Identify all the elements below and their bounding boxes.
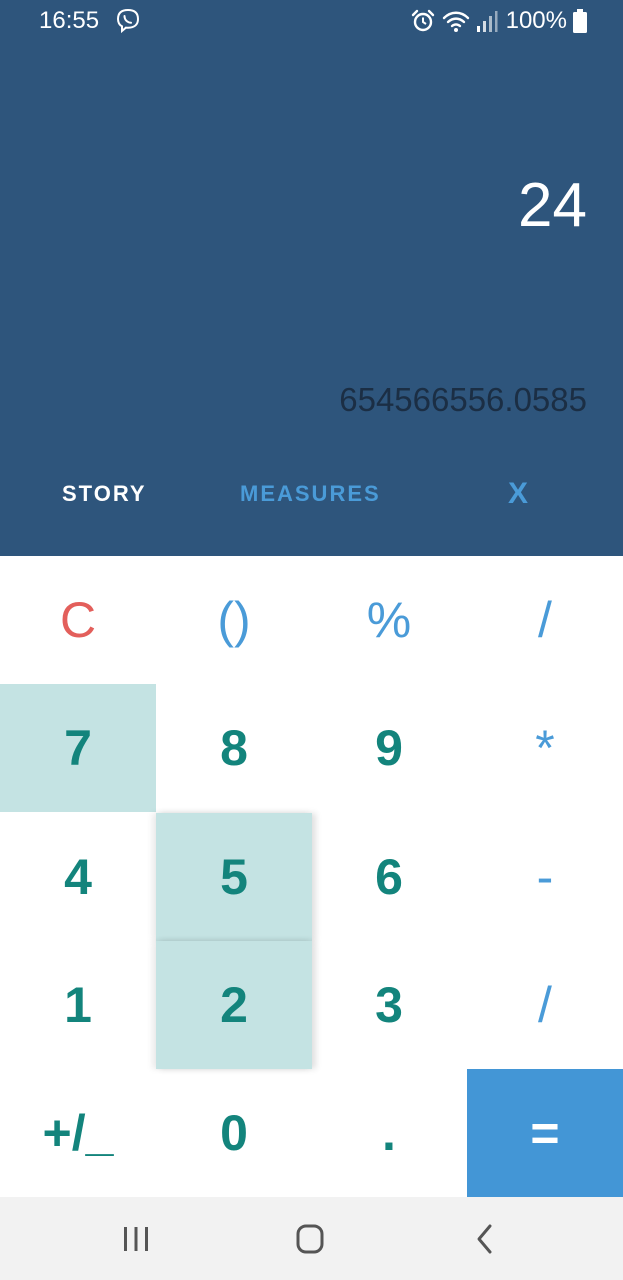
status-time: 16:55 <box>39 7 100 34</box>
viber-icon <box>116 8 140 34</box>
decimal-button[interactable]: . <box>311 1069 467 1197</box>
digit-7-label: 7 <box>64 720 92 776</box>
minus-label: - <box>536 849 554 905</box>
close-button[interactable]: X <box>508 470 528 518</box>
battery-percent: 100% <box>505 7 567 34</box>
digit-6-label: 6 <box>375 849 403 905</box>
multiply-button[interactable]: * <box>467 684 623 812</box>
digit-6-button[interactable]: 6 <box>311 813 467 941</box>
digit-0-label: 0 <box>220 1105 248 1161</box>
digit-0-button[interactable]: 0 <box>156 1069 312 1197</box>
digit-9-label: 9 <box>375 720 403 776</box>
plus-minus-button[interactable]: +/_ <box>0 1069 156 1197</box>
multiply-label: * <box>535 720 555 776</box>
tab-story[interactable]: STORY <box>62 470 147 518</box>
battery-icon <box>573 9 587 33</box>
clear-button[interactable]: C <box>0 556 156 684</box>
plus-minus-label: +/_ <box>42 1105 114 1161</box>
status-bar: 16:55 100% <box>0 0 623 44</box>
equals-label: = <box>530 1105 560 1161</box>
secondary-display: 654566556.0585 <box>339 381 587 418</box>
digit-3-button[interactable]: 3 <box>311 941 467 1069</box>
back-icon[interactable] <box>465 1219 505 1259</box>
minus-button[interactable]: - <box>467 813 623 941</box>
divide-button[interactable]: / <box>467 556 623 684</box>
navigation-bar <box>0 1197 623 1280</box>
tab-measures[interactable]: MEASURES <box>240 470 381 518</box>
tab-bar: STORY MEASURES X <box>0 470 623 518</box>
parentheses-button[interactable]: () <box>156 556 312 684</box>
keypad: C () % / 7 8 9 * 4 5 6 - 1 2 3 / +/_ 0 .… <box>0 556 623 1197</box>
status-icons: 100% <box>410 6 587 36</box>
digit-5-label: 5 <box>220 849 248 905</box>
digit-8-button[interactable]: 8 <box>156 684 312 812</box>
digit-2-button[interactable]: 2 <box>156 941 312 1069</box>
alarm-icon <box>411 9 434 32</box>
digit-8-label: 8 <box>220 720 248 776</box>
digit-1-label: 1 <box>64 977 92 1033</box>
wifi-icon <box>442 11 469 32</box>
home-icon[interactable] <box>290 1219 330 1259</box>
signal-icon <box>476 11 498 32</box>
recents-icon[interactable] <box>116 1219 156 1259</box>
display-panel: 16:55 100% 24 654566556.0585 STORY MEASU… <box>0 0 623 556</box>
equals-button[interactable]: = <box>467 1069 623 1197</box>
digit-5-button[interactable]: 5 <box>156 813 312 941</box>
result-display: 24 <box>518 171 587 240</box>
digit-4-button[interactable]: 4 <box>0 813 156 941</box>
divide-secondary-label: / <box>538 977 552 1033</box>
parentheses-label: () <box>217 592 251 648</box>
divide-button-secondary[interactable]: / <box>467 941 623 1069</box>
digit-4-label: 4 <box>64 849 92 905</box>
decimal-label: . <box>382 1105 396 1161</box>
digit-7-button[interactable]: 7 <box>0 684 156 812</box>
percent-button[interactable]: % <box>311 556 467 684</box>
digit-1-button[interactable]: 1 <box>0 941 156 1069</box>
percent-label: % <box>366 592 412 648</box>
divide-label: / <box>538 592 552 648</box>
digit-2-label: 2 <box>220 977 248 1033</box>
clear-label: C <box>59 592 97 648</box>
digit-9-button[interactable]: 9 <box>311 684 467 812</box>
digit-3-label: 3 <box>375 977 403 1033</box>
calculator-screen: 16:55 100% 24 654566556.0585 STORY MEASU… <box>0 0 623 1280</box>
